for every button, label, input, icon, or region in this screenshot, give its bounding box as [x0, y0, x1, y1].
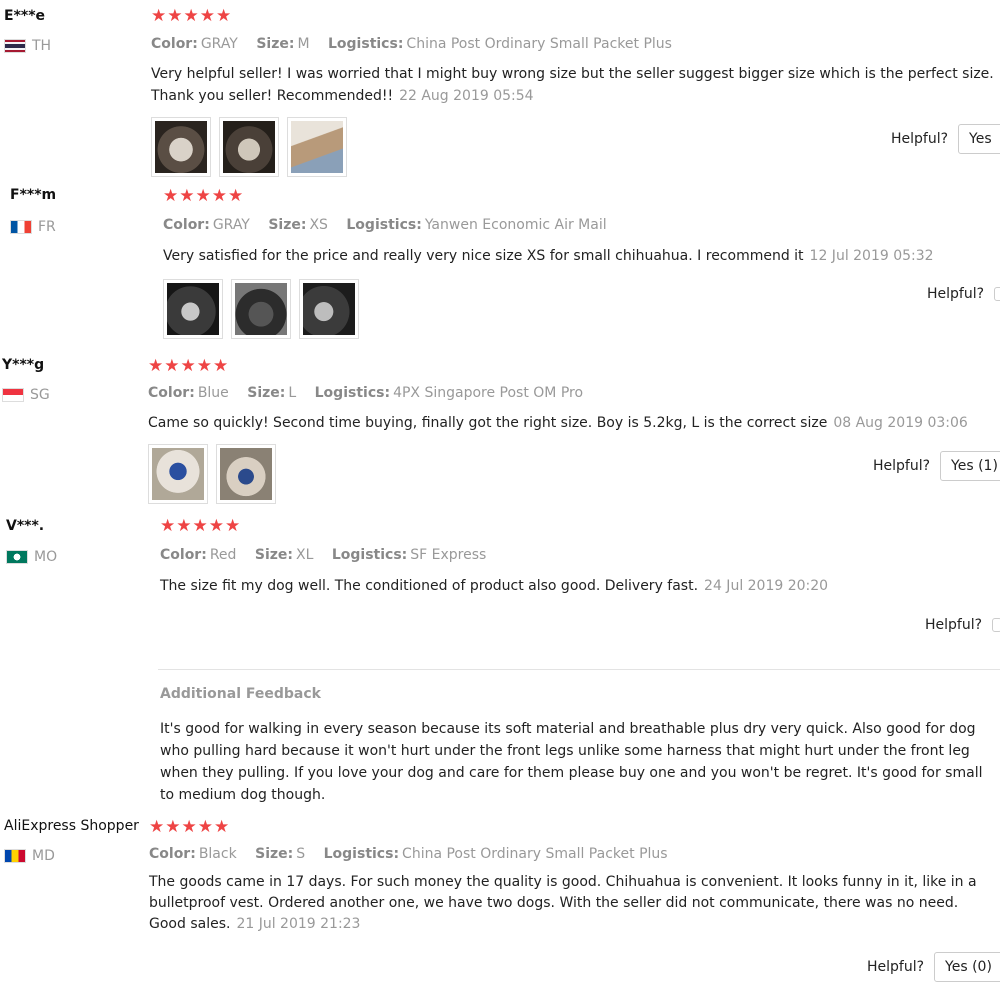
star-rating: ★★★★★: [163, 186, 245, 206]
review-photo[interactable]: [148, 444, 208, 504]
review-photo[interactable]: [219, 117, 279, 177]
country-code: SG: [30, 387, 50, 403]
country-code: TH: [32, 38, 52, 54]
flag-sg-icon: [2, 388, 24, 402]
helpful-yes-button[interactable]: Yes: [958, 124, 1000, 154]
review-text: Very helpful seller! I was worried that …: [151, 66, 994, 104]
additional-feedback-title: Additional Feedback: [160, 686, 321, 702]
order-attributes: Color: GRAY Size: XS Logistics: Yanwen Econ…: [163, 217, 607, 233]
order-attributes: Color: Black Size: S Logistics: China Post …: [149, 846, 668, 862]
buyer-name: E***e: [4, 8, 46, 24]
helpful-label: Helpful?: [925, 617, 983, 633]
star-rating: ★★★★★: [160, 516, 242, 536]
review-photo[interactable]: [287, 117, 347, 177]
flag-th-icon: [4, 39, 26, 53]
flag-mo-icon: [6, 550, 28, 564]
flag-fr-icon: [10, 220, 32, 234]
review-date: 12 Jul 2019 05:32: [809, 248, 934, 264]
flag-md-icon: [4, 849, 26, 863]
review-text: Very satisfied for the price and really …: [163, 248, 934, 264]
buyer-name: F***m: [10, 187, 57, 203]
review-photos: [151, 117, 347, 177]
country-code: MO: [34, 549, 58, 565]
helpful-label: Helpful?: [891, 131, 949, 147]
helpful-yes-button[interactable]: Yes (1): [940, 451, 1000, 481]
star-rating: ★★★★★: [151, 6, 233, 26]
review-text: The goods came in 17 days. For such mone…: [149, 874, 977, 932]
helpful-label: Helpful?: [927, 286, 985, 302]
review-photos: [148, 444, 276, 504]
helpful-yes-button[interactable]: [992, 618, 1000, 632]
helpful-label: Helpful?: [873, 458, 931, 474]
country-code: FR: [38, 219, 56, 235]
star-rating: ★★★★★: [148, 356, 230, 376]
review-photo[interactable]: [231, 279, 291, 339]
buyer-name: AliExpress Shopper: [4, 818, 139, 834]
review-date: 24 Jul 2019 20:20: [704, 578, 829, 594]
order-attributes: Color: GRAY Size: M Logistics: China Post O…: [151, 36, 672, 52]
review-photo[interactable]: [299, 279, 359, 339]
buyer-name: Y***g: [2, 357, 45, 373]
helpful-label: Helpful?: [867, 959, 925, 975]
review-text: Came so quickly! Second time buying, fin…: [148, 415, 968, 431]
review-text: The size fit my dog well. The conditione…: [160, 578, 829, 594]
review-photo[interactable]: [151, 117, 211, 177]
star-rating: ★★★★★: [149, 817, 231, 837]
helpful-yes-button[interactable]: Yes (0): [934, 952, 1000, 982]
review-photo[interactable]: [216, 444, 276, 504]
review-date: 21 Jul 2019 21:23: [236, 916, 361, 932]
helpful-yes-button[interactable]: [994, 287, 1000, 301]
additional-feedback-text: It's good for walking in every season be…: [160, 721, 983, 803]
review-photos: [163, 279, 359, 339]
divider: [158, 669, 1000, 670]
order-attributes: Color: Blue Size: L Logistics: 4PX Singapor…: [148, 385, 584, 401]
review-date: 08 Aug 2019 03:06: [833, 415, 968, 431]
buyer-name: V***.: [6, 518, 45, 534]
review-date: 22 Aug 2019 05:54: [399, 88, 534, 104]
order-attributes: Color: Red Size: XL Logistics: SF Express: [160, 547, 487, 563]
country-code: MD: [32, 848, 55, 864]
review-photo[interactable]: [163, 279, 223, 339]
